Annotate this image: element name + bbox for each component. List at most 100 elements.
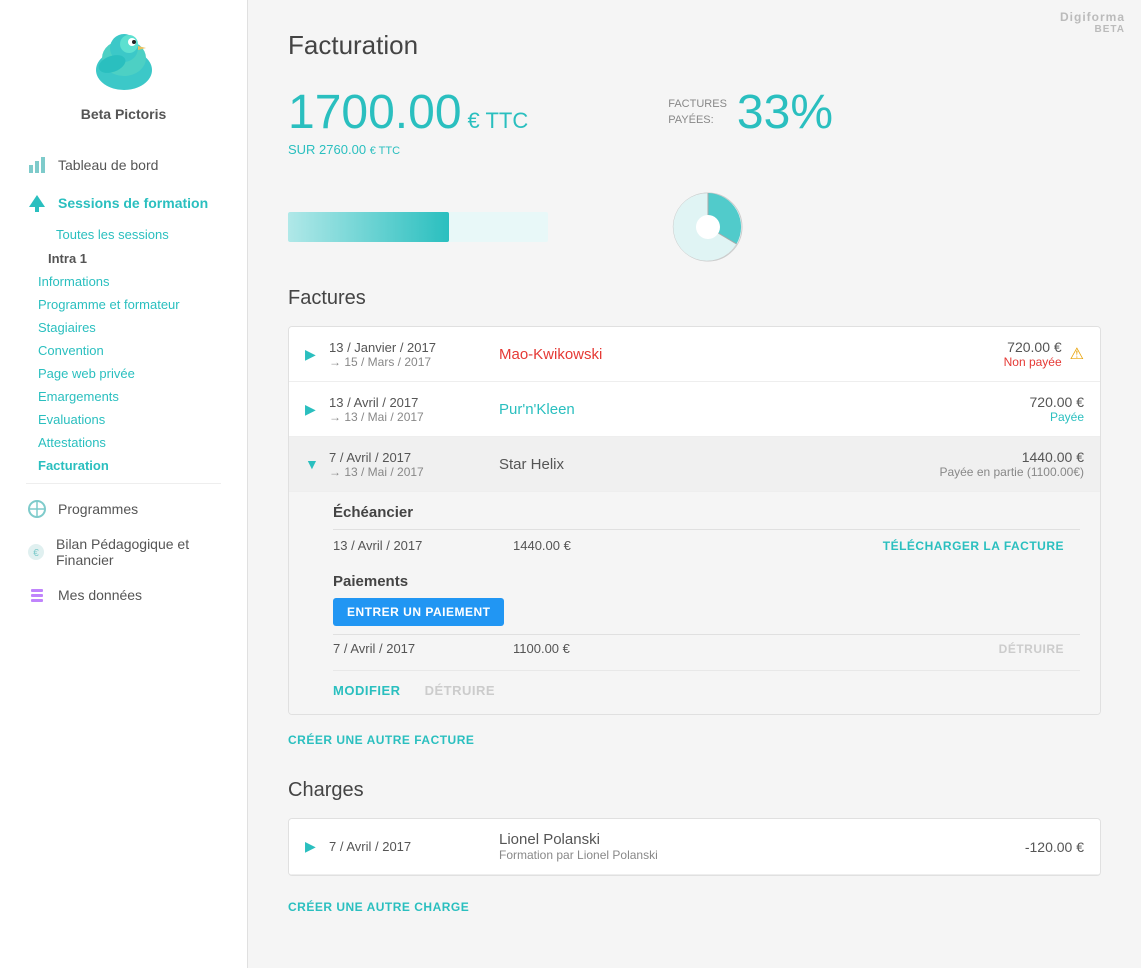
- charge-amount-1: -120.00 €: [1025, 839, 1084, 855]
- page-title: Facturation: [288, 30, 1101, 61]
- sidebar-item-facturation[interactable]: Facturation: [30, 454, 231, 477]
- progress-bar-container: [288, 212, 548, 242]
- echeancier-title: Échéancier: [333, 504, 1080, 521]
- echeancier-date-1: 13 / Avril / 2017: [333, 538, 513, 553]
- chevron-right-charge-1: ▶: [305, 838, 317, 855]
- payments-section: Paiements ENTRER UN PAIEMENT 7 / Avril /…: [333, 573, 1080, 662]
- facture-amount-1: 720.00 €: [1004, 339, 1062, 355]
- progress-area: [288, 187, 1101, 267]
- stat-amount-area: 1700.00 € TTC SUR 2760.00 € TTC: [288, 85, 528, 157]
- sub-sub-nav-intra: Informations Programme et formateur Stag…: [16, 270, 231, 477]
- sidebar-item-programmes[interactable]: Programmes: [16, 490, 231, 528]
- row-actions-3: MODIFIER DÉTRUIRE: [333, 670, 1080, 702]
- tree-icon: [26, 192, 48, 214]
- facture-status-2: Payée: [1030, 410, 1085, 424]
- sidebar-item-bilan[interactable]: € Bilan Pédagogique et Financier: [16, 528, 231, 576]
- pie-chart-container: [668, 187, 748, 267]
- bird-logo: [84, 20, 164, 100]
- sidebar-label-bilan: Bilan Pédagogique et Financier: [56, 536, 221, 568]
- chevron-right-icon-1: ▶: [305, 346, 317, 363]
- facture-date-sub-3: → 13 / Mai / 2017: [329, 465, 499, 479]
- charge-row-1[interactable]: ▶ 7 / Avril / 2017 Lionel Polanski Forma…: [289, 819, 1100, 875]
- facture-amount-area-1: 720.00 € Non payée ⚠: [1004, 339, 1084, 369]
- facture-amount-2: 720.00 €: [1030, 394, 1085, 410]
- intra-label: Intra 1: [16, 247, 231, 270]
- facture-amount-area-3: 1440.00 € Payée en partie (1100.00€): [939, 449, 1084, 479]
- sidebar-item-mes-donnees[interactable]: Mes données: [16, 576, 231, 614]
- nav-divider-1: [26, 483, 221, 484]
- facture-row-3-header[interactable]: ▼ 7 / Avril / 2017 → 13 / Mai / 2017 Sta…: [289, 437, 1100, 492]
- stat-paid-area: FACTURESPAYÉES: 33%: [668, 85, 833, 140]
- facture-dates-3: 7 / Avril / 2017 → 13 / Mai / 2017: [329, 450, 499, 479]
- progress-bar-fill: [288, 212, 449, 242]
- charge-dates-1: 7 / Avril / 2017: [329, 839, 499, 854]
- nav-section-main: Tableau de bord Sessions de formation To…: [0, 146, 247, 614]
- enter-payment-button[interactable]: ENTRER UN PAIEMENT: [333, 598, 504, 626]
- facture-date-main-3: 7 / Avril / 2017: [329, 450, 499, 465]
- sidebar-item-emargements[interactable]: Emargements: [30, 385, 231, 408]
- sidebar-item-programme-formateur[interactable]: Programme et formateur: [30, 293, 231, 316]
- sidebar-label-programmes: Programmes: [58, 501, 138, 517]
- sidebar-item-page-web-privee[interactable]: Page web privée: [30, 362, 231, 385]
- payment-amount-1: 1100.00 €: [513, 641, 999, 656]
- expanded-body-3: Échéancier 13 / Avril / 2017 1440.00 € T…: [289, 504, 1100, 714]
- sidebar-item-convention[interactable]: Convention: [30, 339, 231, 362]
- chevron-right-icon-2: ▶: [305, 401, 317, 418]
- sidebar-item-sessions[interactable]: Sessions de formation: [16, 184, 231, 222]
- facture-row-1[interactable]: ▶ 13 / Janvier / 2017 → 15 / Mars / 2017…: [289, 327, 1100, 382]
- telecharger-facture-btn[interactable]: TÉLÉCHARGER LA FACTURE: [883, 539, 1064, 553]
- sub-nav-sessions: Toutes les sessions: [16, 222, 231, 247]
- data-icon: [26, 584, 48, 606]
- facture-dates-2: 13 / Avril / 2017 → 13 / Mai / 2017: [329, 395, 499, 424]
- sidebar-label-sessions: Sessions de formation: [58, 195, 208, 211]
- sidebar: Beta Pictoris Tableau de bord Sessions d…: [0, 0, 248, 968]
- charge-amount-area-1: -120.00 €: [1025, 839, 1084, 855]
- create-charge-link[interactable]: CRÉER UNE AUTRE CHARGE: [288, 900, 469, 914]
- sidebar-item-informations[interactable]: Informations: [30, 270, 231, 293]
- charge-client-name-1: Lionel Polanski: [499, 831, 1025, 848]
- app-name: Beta Pictoris: [81, 106, 167, 122]
- big-amount: 1700.00: [288, 85, 462, 140]
- facture-date-sub-1: → 15 / Mars / 2017: [329, 355, 499, 369]
- modifier-button[interactable]: MODIFIER: [333, 683, 401, 698]
- facture-amount-3: 1440.00 €: [939, 449, 1084, 465]
- payment-date-1: 7 / Avril / 2017: [333, 641, 513, 656]
- logo-area: Beta Pictoris: [81, 20, 167, 122]
- charges-title: Charges: [288, 779, 1101, 802]
- sidebar-label-mes-donnees: Mes données: [58, 587, 142, 603]
- detruire-button[interactable]: DÉTRUIRE: [425, 683, 495, 698]
- facture-date-main-1: 13 / Janvier / 2017: [329, 340, 499, 355]
- paid-pct: 33%: [737, 85, 833, 140]
- sidebar-item-tableau-bord[interactable]: Tableau de bord: [16, 146, 231, 184]
- warning-icon-1: ⚠: [1070, 344, 1084, 364]
- pie-chart: [668, 187, 748, 267]
- facture-row-2[interactable]: ▶ 13 / Avril / 2017 → 13 / Mai / 2017 Pu…: [289, 382, 1100, 437]
- facture-dates-1: 13 / Janvier / 2017 → 15 / Mars / 2017: [329, 340, 499, 369]
- create-facture-link[interactable]: CRÉER UNE AUTRE FACTURE: [288, 733, 474, 747]
- paiements-title: Paiements: [333, 573, 1080, 590]
- detruire-payment-btn[interactable]: DÉTRUIRE: [999, 642, 1064, 656]
- charge-client-sub-1: Formation par Lionel Polanski: [499, 848, 1025, 862]
- top-stats: 1700.00 € TTC SUR 2760.00 € TTC FACTURES…: [288, 85, 1101, 157]
- sidebar-item-attestations[interactable]: Attestations: [30, 431, 231, 454]
- facture-amount-area-2: 720.00 € Payée: [1030, 394, 1085, 424]
- currency-ttc: € TTC: [468, 108, 529, 134]
- payment-row-1: 7 / Avril / 2017 1100.00 € DÉTRUIRE: [333, 634, 1080, 662]
- main-content: Digiforma BETA Facturation 1700.00 € TTC…: [248, 0, 1141, 968]
- facture-client-2: Pur'n'Kleen: [499, 401, 1030, 418]
- factures-title: Factures: [288, 287, 1101, 310]
- sidebar-item-evaluations[interactable]: Evaluations: [30, 408, 231, 431]
- bilan-icon: €: [26, 541, 46, 563]
- factures-table: ▶ 13 / Janvier / 2017 → 15 / Mars / 2017…: [288, 326, 1101, 715]
- chart-icon: [26, 154, 48, 176]
- facture-client-3: Star Helix: [499, 456, 939, 473]
- facture-status-1: Non payée: [1004, 355, 1062, 369]
- sidebar-label-tableau: Tableau de bord: [58, 157, 158, 173]
- facture-status-3: Payée en partie (1100.00€): [939, 465, 1084, 479]
- facture-date-main-2: 13 / Avril / 2017: [329, 395, 499, 410]
- sidebar-item-toutes-sessions[interactable]: Toutes les sessions: [48, 222, 231, 247]
- sur-amount: SUR 2760.00 € TTC: [288, 142, 528, 157]
- programs-icon: [26, 498, 48, 520]
- sidebar-item-stagiaires[interactable]: Stagiaires: [30, 316, 231, 339]
- charge-date-main-1: 7 / Avril / 2017: [329, 839, 499, 854]
